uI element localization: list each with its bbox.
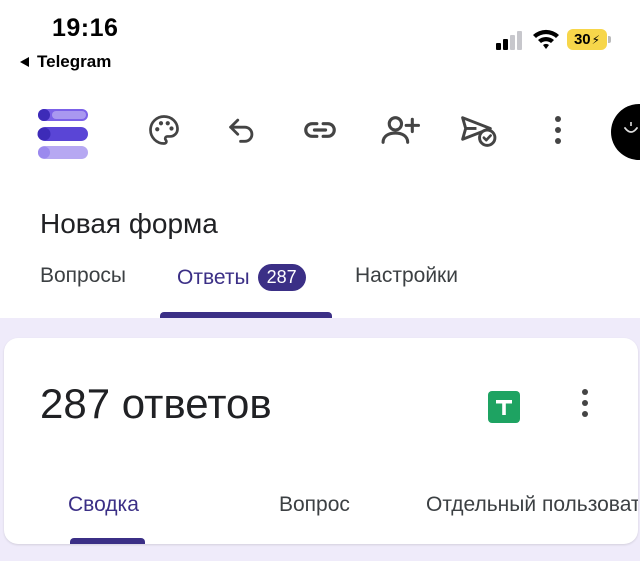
back-app-label: Telegram	[37, 52, 112, 71]
response-count-heading: 287 ответов	[40, 380, 272, 427]
link-icon[interactable]	[298, 108, 342, 152]
add-person-icon[interactable]	[378, 108, 422, 152]
battery-level: 30	[573, 31, 591, 48]
palette-icon[interactable]	[142, 108, 186, 152]
tab-questions-label: Вопросы	[40, 264, 127, 287]
charging-bolt-icon: ⚡	[591, 32, 601, 47]
tab-responses-label: Ответы	[177, 265, 250, 289]
cellular-signal-icon	[496, 30, 524, 50]
form-tabs: Вопросы Ответы 287 Настройки	[0, 254, 640, 318]
more-vert-icon[interactable]	[570, 386, 600, 422]
sheets-icon[interactable]	[488, 391, 520, 423]
summary-tab-indicator	[70, 538, 145, 544]
status-time: 19:16	[52, 14, 119, 42]
back-to-app-link[interactable]: Telegram	[20, 52, 111, 72]
status-bar: 19:16 Telegram 30 ⚡	[0, 0, 640, 80]
account-avatar[interactable]	[611, 104, 640, 160]
more-vert-icon[interactable]	[536, 108, 580, 152]
undo-icon[interactable]	[220, 108, 264, 152]
responses-summary-card: 287 ответов Сводка Вопрос Отдельный поль…	[4, 338, 638, 544]
tab-question[interactable]: Вопрос	[279, 493, 350, 517]
form-title[interactable]: Новая форма	[40, 208, 218, 240]
tab-settings-label: Настройки	[355, 264, 458, 287]
tab-responses[interactable]: Ответы 287	[177, 264, 306, 291]
tab-questions[interactable]: Вопросы	[40, 264, 126, 288]
tab-settings[interactable]: Настройки	[355, 264, 458, 288]
send-icon[interactable]	[456, 108, 500, 152]
tab-summary[interactable]: Сводка	[68, 493, 139, 517]
responses-count-badge: 287	[257, 264, 306, 291]
tab-individual[interactable]: Отдельный пользователь	[426, 493, 638, 517]
forms-logo-icon[interactable]	[34, 106, 92, 160]
forms-toolbar	[0, 96, 640, 166]
battery-cap	[608, 36, 611, 43]
battery-indicator: 30 ⚡	[567, 29, 611, 50]
wifi-icon	[531, 27, 561, 51]
back-triangle-icon	[20, 57, 29, 67]
